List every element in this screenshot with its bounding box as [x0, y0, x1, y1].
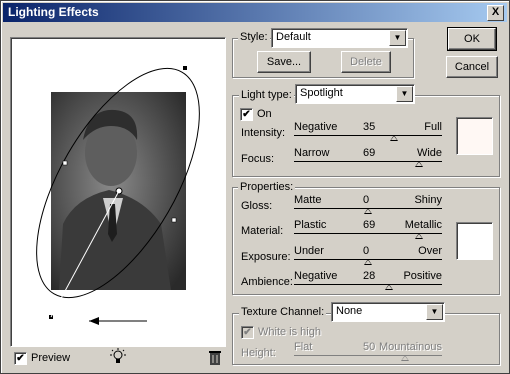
height-slider-track[interactable] — [294, 355, 442, 356]
style-dropdown[interactable]: Default ▼ — [271, 28, 408, 48]
chevron-down-icon[interactable]: ▼ — [396, 86, 413, 102]
lightbulb-icon[interactable] — [109, 348, 127, 366]
ambience-label: Ambience: — [241, 276, 293, 288]
ambience-slider-thumb[interactable] — [384, 284, 393, 290]
material-slider-thumb[interactable] — [415, 233, 424, 239]
exposure-max-label: Over — [418, 245, 442, 257]
gloss-label: Gloss: — [241, 200, 273, 212]
gloss-min-label: Matte — [294, 194, 322, 206]
delete-button[interactable]: Delete — [341, 51, 391, 73]
save-button[interactable]: Save... — [257, 51, 311, 73]
material-min-label: Plastic — [294, 219, 327, 231]
focus-label: Focus: — [241, 153, 275, 165]
window-title: Lighting Effects — [8, 5, 99, 19]
preview-label: Preview — [31, 352, 71, 364]
light-on-checkbox[interactable]: ✔ — [240, 108, 253, 121]
light-color-swatch[interactable] — [456, 117, 493, 155]
exposure-value: 0 — [363, 245, 370, 257]
light-type-label: Light type: — [239, 89, 294, 101]
ambience-max-label: Positive — [403, 270, 442, 282]
ok-button[interactable]: OK — [447, 27, 497, 51]
ambience-value: 28 — [363, 270, 376, 282]
exposure-label: Exposure: — [241, 251, 291, 263]
preview-image[interactable] — [11, 38, 225, 346]
light-type-dropdown[interactable]: Spotlight ▼ — [295, 84, 415, 104]
focus-min-label: Narrow — [294, 147, 330, 159]
close-button[interactable]: X — [487, 5, 504, 21]
cancel-button[interactable]: Cancel — [446, 56, 498, 78]
intensity-label: Intensity: — [241, 127, 286, 139]
style-label: Style: — [238, 31, 270, 43]
light-handle-left — [62, 160, 68, 166]
white-is-high-label: White is high — [258, 326, 321, 338]
height-min-label: Flat — [294, 341, 313, 353]
title-bar[interactable]: Lighting Effects X — [3, 3, 507, 22]
material-color-swatch[interactable] — [456, 222, 493, 260]
ambience-slider-track[interactable] — [294, 284, 442, 285]
light-handle-right — [171, 217, 177, 223]
light-type-value: Spotlight — [300, 87, 343, 99]
focus-value: 69 — [363, 147, 376, 159]
chevron-down-icon[interactable]: ▼ — [426, 304, 443, 320]
intensity-value: 35 — [363, 121, 376, 133]
preview-checkbox[interactable]: ✔ — [14, 352, 27, 365]
exposure-min-label: Under — [294, 245, 324, 257]
chevron-down-icon[interactable]: ▼ — [389, 30, 406, 46]
properties-title: Properties: — [238, 181, 296, 193]
material-max-label: Metallic — [404, 219, 442, 231]
light-handle-top — [183, 66, 187, 70]
arrow-head — [89, 317, 99, 325]
height-value: 50 — [363, 341, 376, 353]
texture-channel-dropdown[interactable]: None ▼ — [331, 302, 445, 322]
material-label: Material: — [241, 225, 284, 237]
lighting-effects-dialog: Lighting Effects X ✔ Preview Style: Defa… — [0, 0, 510, 374]
gloss-slider-thumb[interactable] — [364, 208, 372, 214]
height-slider-thumb[interactable] — [401, 355, 409, 361]
light-on-label: On — [257, 108, 272, 120]
height-max-label: Mountainous — [379, 341, 442, 353]
trash-icon[interactable] — [207, 348, 223, 366]
ambience-min-label: Negative — [294, 270, 338, 282]
intensity-max-label: Full — [424, 121, 442, 133]
material-value: 69 — [363, 219, 376, 231]
texture-channel-value: None — [336, 305, 363, 317]
intensity-min-label: Negative — [294, 121, 338, 133]
gloss-max-label: Shiny — [414, 194, 442, 206]
style-value: Default — [276, 31, 311, 43]
focus-max-label: Wide — [416, 147, 442, 159]
preview-canvas[interactable] — [10, 37, 226, 347]
height-label: Height: — [241, 347, 276, 359]
texture-channel-label: Texture Channel: — [239, 306, 327, 318]
exposure-slider-thumb[interactable] — [364, 259, 372, 265]
intensity-slider-track[interactable] — [294, 135, 442, 136]
intensity-slider-thumb[interactable] — [389, 135, 398, 141]
gloss-value: 0 — [363, 194, 370, 206]
focus-slider-thumb[interactable] — [415, 161, 424, 167]
white-is-high-checkbox[interactable]: ✔ — [241, 326, 254, 339]
